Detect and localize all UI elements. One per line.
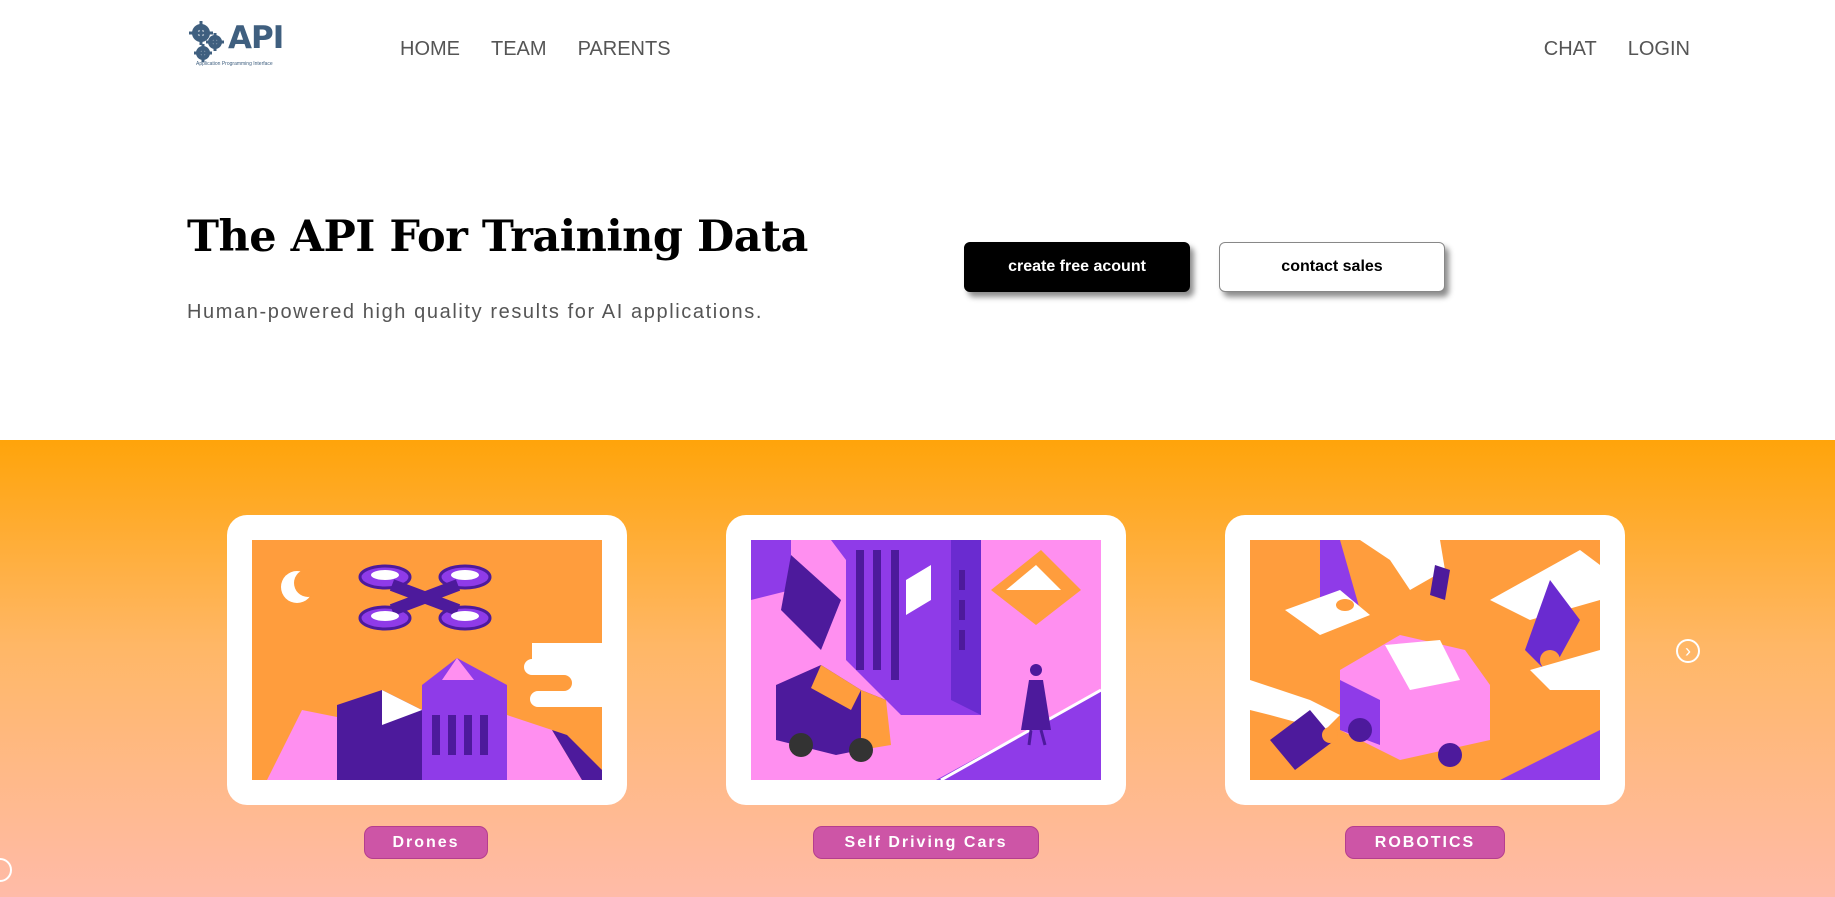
carousel-prev-arrow-icon[interactable]	[0, 858, 12, 882]
primary-nav: HOME TEAM PARENTS	[400, 38, 671, 61]
drone-illustration-icon	[252, 540, 602, 780]
logo-wordmark: API	[228, 20, 284, 56]
secondary-nav: CHAT LOGIN	[1544, 38, 1690, 61]
nav-team-link[interactable]: TEAM	[491, 38, 547, 61]
hero-title: The API For Training Data	[187, 212, 808, 262]
hero-subtitle: Human-powered high quality results for A…	[187, 301, 764, 323]
drones-card[interactable]	[227, 515, 627, 805]
self-driving-cars-category-label[interactable]: Self Driving Cars	[813, 826, 1039, 859]
contact-sales-button[interactable]: contact sales	[1219, 242, 1445, 292]
nav-chat-link[interactable]: CHAT	[1544, 38, 1597, 61]
drones-category-label[interactable]: Drones	[364, 826, 488, 859]
robotics-card[interactable]	[1225, 515, 1625, 805]
robot-arm-illustration-icon	[1250, 540, 1600, 780]
self-driving-cars-card[interactable]	[726, 515, 1126, 805]
nav-login-link[interactable]: LOGIN	[1628, 38, 1690, 61]
nav-parents-link[interactable]: PARENTS	[578, 38, 671, 61]
gears-icon	[189, 21, 224, 62]
carousel-next-arrow-icon[interactable]: ›	[1676, 639, 1700, 663]
categories-section: Drones Self Driving Cars ROBOTICS ›	[0, 440, 1835, 897]
city-car-illustration-icon	[751, 540, 1101, 780]
create-account-button[interactable]: create free acount	[964, 242, 1190, 292]
site-logo[interactable]: API Application Programming Interface	[188, 18, 284, 72]
robotics-category-label[interactable]: ROBOTICS	[1345, 826, 1505, 859]
nav-home-link[interactable]: HOME	[400, 38, 460, 61]
site-header: API Application Programming Interface HO…	[0, 0, 1835, 100]
logo-tagline: Application Programming Interface	[196, 61, 273, 67]
